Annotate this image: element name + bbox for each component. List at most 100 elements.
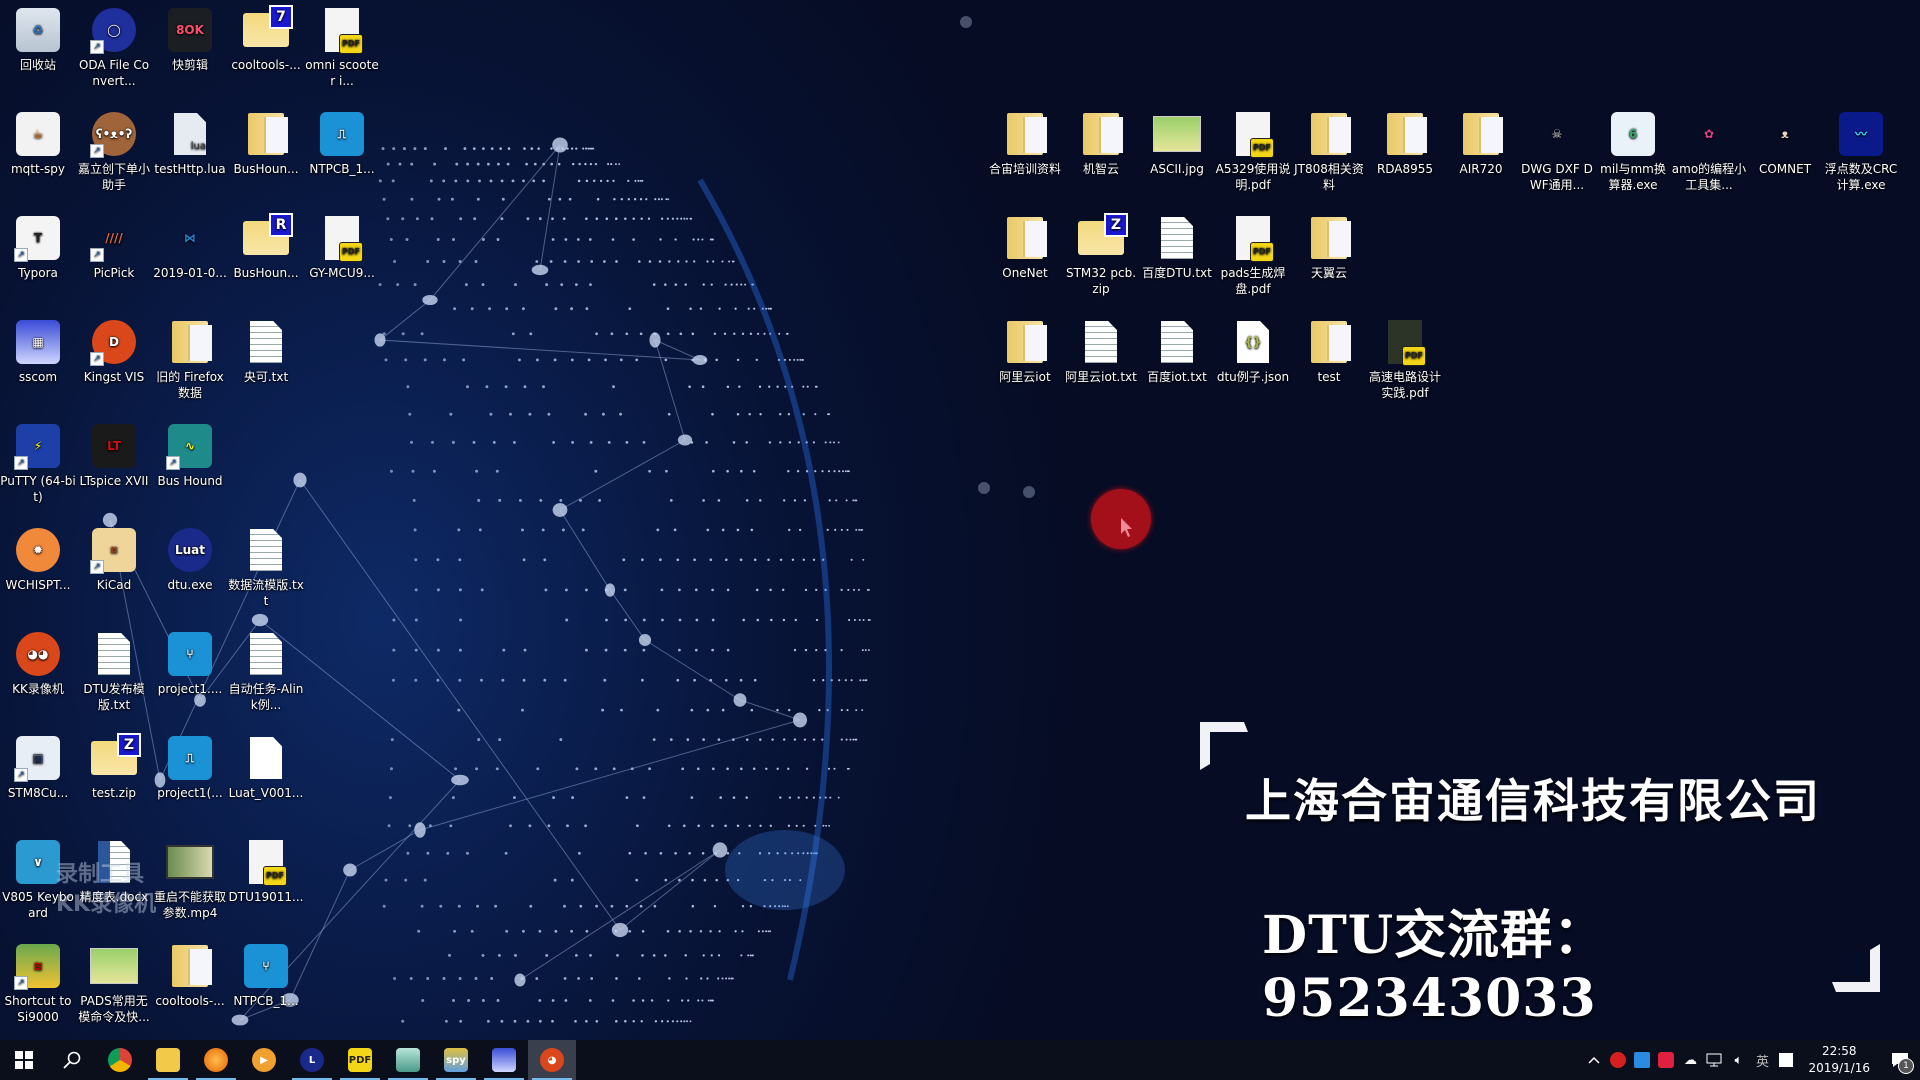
right-icon-19[interactable]: 百度iot.txt xyxy=(1139,318,1215,385)
volume-button[interactable]: 🔈︎ xyxy=(1726,1040,1750,1080)
left-icon-13[interactable]: R BusHoun... xyxy=(228,213,304,281)
left-icon-27[interactable]: DTU发布模版.txt xyxy=(76,630,152,713)
sscom-icon: ▦ xyxy=(14,318,62,366)
left-icon-16[interactable]: D ↗ Kingst VIS xyxy=(76,318,152,385)
taskbar: ▶ L PDF spy ◕ ☁ 🔈︎ 英 22:58 2019/1/16 1 xyxy=(0,1040,1920,1080)
right-icon-10[interactable]: ᴥ COMNET xyxy=(1747,110,1823,177)
left-icon-6[interactable]: ʕ•ᴥ•ʔ ↗ 嘉立创下单小助手 xyxy=(76,110,152,193)
left-icon-0[interactable]: ♻ 回收站 xyxy=(0,6,76,73)
taskbar-app-chrome[interactable] xyxy=(96,1040,144,1080)
left-icon-30[interactable]: ▣ ↗ STM8Cu... xyxy=(0,734,76,801)
left-icon-19[interactable]: ⚡ ↗ PuTTY (64-bit) xyxy=(0,422,76,505)
folder-icon xyxy=(156,1048,180,1072)
search-button[interactable] xyxy=(48,1040,96,1080)
left-icon-5[interactable]: ☕ mqtt-spy xyxy=(0,110,76,177)
icon-label: 快剪辑 xyxy=(171,58,208,72)
left-icon-14[interactable]: PDF GY-MCU9... xyxy=(304,214,380,281)
left-icon-10[interactable]: T ↗ Typora xyxy=(0,214,76,281)
left-icon-29[interactable]: 自动任务-Alink例... xyxy=(228,630,304,713)
left-icon-9[interactable]: ⎍ NTPCB_1... xyxy=(304,110,380,177)
clock-date: 2019/1/16 xyxy=(1808,1061,1870,1075)
ime-indicator[interactable]: 英 xyxy=(1750,1040,1774,1080)
right-icon-4[interactable]: JT808相关资料 xyxy=(1291,110,1367,193)
icon-label: cooltools-... xyxy=(155,994,225,1008)
network-button[interactable] xyxy=(1702,1040,1726,1080)
left-icon-35[interactable]: 精度表.docx xyxy=(76,838,152,905)
tray-app-red[interactable] xyxy=(1654,1040,1678,1080)
right-icon-7[interactable]: ☠ DWG DXF DWF通用... xyxy=(1519,110,1595,193)
left-icon-11[interactable]: ////↗ PicPick xyxy=(76,214,152,281)
taskbar-app-luat-dtu[interactable]: L xyxy=(288,1040,336,1080)
clock[interactable]: 22:58 2019/1/16 xyxy=(1798,1043,1880,1077)
show-hidden-icons-button[interactable] xyxy=(1582,1040,1606,1080)
right-icon-11[interactable]: 〰浮点数及CRC计算.exe xyxy=(1823,110,1899,193)
right-icon-22[interactable]: PDF 高速电路设计实践.pdf xyxy=(1367,318,1443,401)
right-icon-18[interactable]: 阿里云iot.txt xyxy=(1063,318,1139,385)
right-icon-0[interactable]: 合宙培训资料 xyxy=(987,110,1063,177)
right-icon-8[interactable]: 6 mil与mm换算器.exe xyxy=(1595,110,1671,193)
left-icon-25[interactable]: 数据流模版.txt xyxy=(228,526,304,609)
taskbar-app-firefox[interactable] xyxy=(192,1040,240,1080)
word-doc-icon xyxy=(90,838,138,886)
notepad-icon xyxy=(396,1048,420,1072)
left-icon-4[interactable]: PDF omni scooter i... xyxy=(304,6,380,89)
taskbar-app-file-explorer[interactable] xyxy=(144,1040,192,1080)
right-icon-13[interactable]: Z STM32 pcb.zip xyxy=(1063,213,1139,297)
left-icon-38[interactable]: ≋ ↗ Shortcut to Si9000 xyxy=(0,942,76,1025)
left-icon-31[interactable]: Ztest.zip xyxy=(76,733,152,801)
icon-label: mqtt-spy xyxy=(10,162,66,176)
tray-app-ninja[interactable] xyxy=(1606,1040,1630,1080)
left-icon-37[interactable]: PDF DTU19011... xyxy=(228,838,304,905)
right-icon-6[interactable]: AIR720 xyxy=(1443,110,1519,177)
right-icon-14[interactable]: 百度DTU.txt xyxy=(1139,214,1215,281)
right-icon-15[interactable]: PDF pads生成焊盘.pdf xyxy=(1215,214,1291,297)
left-icon-7[interactable]: lua testHttp.lua xyxy=(152,110,228,177)
taskbar-app-mqtt-spy[interactable]: spy xyxy=(432,1040,480,1080)
left-icon-32[interactable]: ⎍ project1(... xyxy=(152,734,228,801)
left-icon-24[interactable]: Luat dtu.exe xyxy=(152,526,228,593)
left-icon-36[interactable]: 重启不能获取参数.mp4 xyxy=(152,838,228,921)
onedrive-button[interactable]: ☁ xyxy=(1678,1040,1702,1080)
tray-app-chat[interactable] xyxy=(1630,1040,1654,1080)
left-icon-1[interactable]: ◯ ↗ ODA File Convert... xyxy=(76,6,152,89)
left-icon-8[interactable]: BusHoun... xyxy=(228,110,304,177)
left-icon-41[interactable]: ⑂ NTPCB_1... xyxy=(228,942,304,1009)
right-icon-2[interactable]: ASCII.jpg xyxy=(1139,110,1215,177)
right-icon-5[interactable]: RDA8955 xyxy=(1367,110,1443,177)
taskbar-app-kk-recorder[interactable]: ◕ xyxy=(528,1040,576,1080)
action-center-button[interactable]: 1 xyxy=(1880,1040,1920,1080)
right-icon-1[interactable]: 机智云 xyxy=(1063,110,1139,177)
start-button[interactable] xyxy=(0,1040,48,1080)
taskbar-app-sscom[interactable] xyxy=(480,1040,528,1080)
left-icon-40[interactable]: cooltools-... xyxy=(152,942,228,1009)
left-icon-34[interactable]: ∨ V805 Keyboard xyxy=(0,838,76,921)
left-icon-23[interactable]: ⌗ ↗ KiCad xyxy=(76,526,152,593)
left-icon-22[interactable]: ✹ WCHISPT... xyxy=(0,526,76,593)
left-icon-21[interactable]: ∿ ↗ Bus Hound xyxy=(152,422,228,489)
right-icon-12[interactable]: OneNet xyxy=(987,214,1063,281)
tray-app-check[interactable] xyxy=(1774,1040,1798,1080)
left-icon-28[interactable]: ⑂ project1.... xyxy=(152,630,228,697)
left-icon-39[interactable]: PADS常用无模命令及快... xyxy=(76,942,152,1025)
left-icon-3[interactable]: 7 cooltools-... xyxy=(228,5,304,73)
right-icon-3[interactable]: PDF A5329使用说明.pdf xyxy=(1215,110,1291,193)
left-icon-17[interactable]: 旧的 Firefox 数据 xyxy=(152,318,228,401)
left-icon-33[interactable]: Luat_V001... xyxy=(228,734,304,801)
right-icon-17[interactable]: 阿里云iot xyxy=(987,318,1063,385)
pdf-file-icon: PDF xyxy=(318,214,366,262)
left-icon-26[interactable]: ◕◕ KK录像机 xyxy=(0,630,76,697)
taskbar-app-video-player[interactable]: ▶ xyxy=(240,1040,288,1080)
left-icon-18[interactable]: 央可.txt xyxy=(228,318,304,385)
right-icon-16[interactable]: 天翼云 xyxy=(1291,214,1367,281)
taskbar-app-pdf-reader[interactable]: PDF xyxy=(336,1040,384,1080)
right-icon-9[interactable]: ✿ amo的编程小工具集... xyxy=(1671,110,1747,193)
left-icon-15[interactable]: ▦ sscom xyxy=(0,318,76,385)
left-icon-2[interactable]: 8OK 快剪辑 xyxy=(152,6,228,73)
right-icon-20[interactable]: {} dtu例子.json xyxy=(1215,318,1291,385)
left-icon-20[interactable]: LT LTspice XVII xyxy=(76,422,152,489)
left-icon-12[interactable]: ⋈ 2019-01-0... xyxy=(152,214,228,281)
blank-file-icon xyxy=(242,734,290,782)
taskbar-app-notepad[interactable] xyxy=(384,1040,432,1080)
right-icon-21[interactable]: test xyxy=(1291,318,1367,385)
pdf-file-icon: PDF xyxy=(318,6,366,54)
